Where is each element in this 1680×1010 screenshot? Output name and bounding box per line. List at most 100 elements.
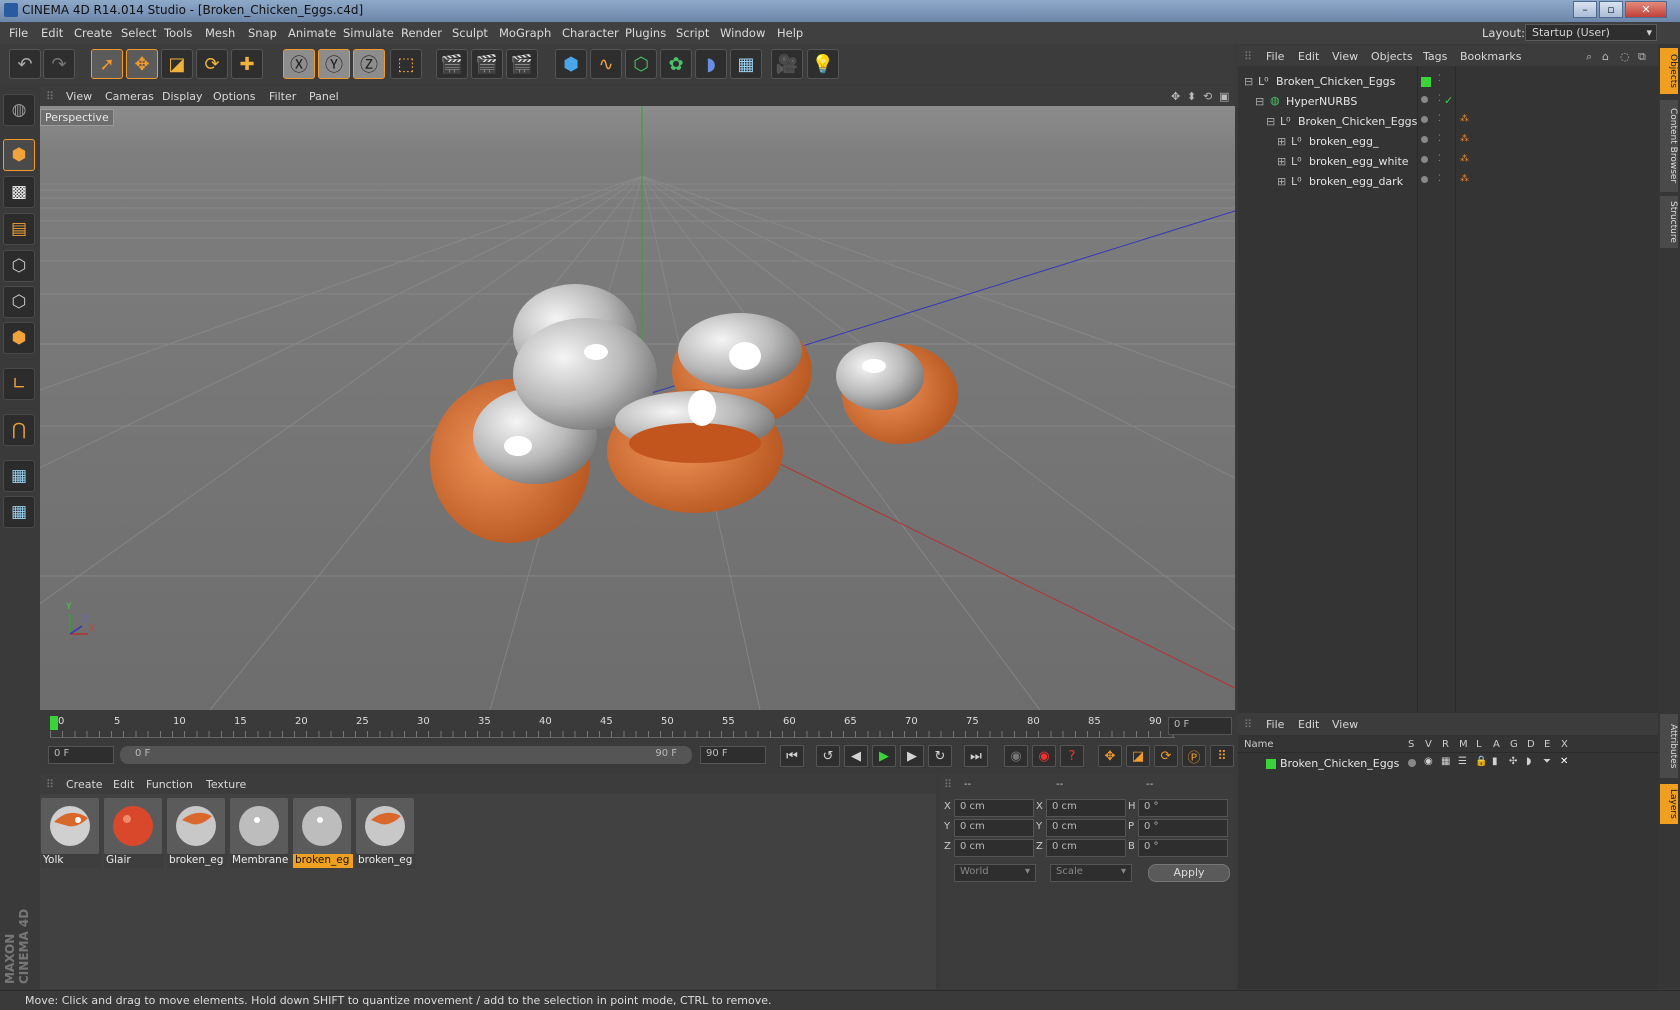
object-row[interactable]: ⊞ L⁰ broken_egg_ ⁚ ⁂ [1238, 132, 1658, 152]
position-z-field[interactable]: 0 cm [954, 839, 1034, 857]
column-view[interactable]: V [1425, 739, 1432, 750]
collapse-icon[interactable]: ⊟ [1266, 115, 1275, 128]
column-deformers[interactable]: D [1527, 739, 1535, 750]
menu-script[interactable]: Script [676, 26, 709, 40]
texture-mode-button[interactable]: ▩ [3, 176, 35, 208]
menu-animate[interactable]: Animate [288, 26, 336, 40]
material-swatch[interactable]: Membrane [230, 798, 290, 870]
object-row[interactable]: ⊞ L⁰ broken_egg_dark ⁚ ⁂ [1238, 172, 1658, 192]
maximize-button[interactable]: ▫ [1599, 1, 1623, 18]
rotation-p-field[interactable]: 0 ° [1138, 819, 1228, 837]
menu-sculpt[interactable]: Sculpt [452, 26, 488, 40]
material-swatch[interactable]: Glair [104, 798, 164, 870]
edges-mode-button[interactable]: ⬡ [3, 286, 35, 318]
xref-icon[interactable]: ✕ [1560, 756, 1568, 767]
visibility-dots-icon[interactable]: ⁚ [1438, 94, 1441, 104]
object-menu-view[interactable]: View [1332, 50, 1358, 63]
manager-icon[interactable]: ☰ [1458, 756, 1467, 767]
axis-mode-button[interactable]: ∟ [3, 368, 35, 400]
material-swatch[interactable]: broken_eg [167, 798, 227, 870]
visibility-dots-icon[interactable]: ⁚ [1438, 134, 1441, 144]
x-axis-lock[interactable]: Ⓧ [283, 49, 315, 79]
viewport-menu-options[interactable]: Options [213, 90, 255, 103]
layout-dropdown[interactable]: Startup (User) ▾ [1525, 24, 1657, 41]
menu-mograph[interactable]: MoGraph [499, 26, 551, 40]
generator-icon[interactable]: ✣ [1509, 756, 1517, 767]
object-menu-tags[interactable]: Tags [1423, 50, 1447, 63]
menu-character[interactable]: Character [562, 26, 619, 40]
redo-button[interactable]: ↷ [43, 49, 75, 79]
collapse-icon[interactable]: ⊟ [1244, 75, 1253, 88]
expand-icon[interactable]: ⊞ [1277, 175, 1286, 188]
layer-row[interactable]: Broken_Chicken_Eggs ◉ ▦ ☰ 🔒 ▮ ✣ ◗ ⏷ ✕ [1238, 755, 1658, 775]
viewport-menu-display[interactable]: Display [162, 90, 203, 103]
coordinate-system-button[interactable]: ⬚ [390, 49, 422, 79]
record-scale-button[interactable]: ◪ [1126, 745, 1150, 767]
viewport-move-icon[interactable]: ✥ [1171, 90, 1180, 103]
eye-icon[interactable]: ◉ [1424, 756, 1433, 767]
rotation-b-field[interactable]: 0 ° [1138, 839, 1228, 857]
add-nurbs-button[interactable]: ⬡ [625, 49, 657, 79]
viewport-menu-view[interactable]: View [66, 90, 92, 103]
record-rotation-button[interactable]: ⟳ [1154, 745, 1178, 767]
deformer-icon[interactable]: ◗ [1526, 756, 1531, 767]
y-axis-lock[interactable]: Ⓨ [318, 49, 350, 79]
timeline-track[interactable]: 0 5 10 15 20 25 30 35 40 45 50 55 60 65 … [50, 712, 1175, 738]
record-parameter-button[interactable]: Ⓟ [1182, 745, 1206, 767]
collapse-icon[interactable]: ⊟ [1255, 95, 1264, 108]
tab-content-browser[interactable]: Content Browser [1660, 100, 1678, 192]
scale-tool[interactable]: ◪ [161, 49, 193, 79]
viewport-maximize-icon[interactable]: ▣ [1219, 90, 1229, 103]
expand-icon[interactable]: ⊞ [1277, 135, 1286, 148]
column-animation[interactable]: A [1493, 739, 1500, 750]
apply-button[interactable]: Apply [1148, 864, 1230, 882]
size-mode-dropdown[interactable]: Scale ▾ [1050, 864, 1132, 882]
z-axis-lock[interactable]: Ⓩ [353, 49, 385, 79]
menu-help[interactable]: Help [777, 26, 803, 40]
object-row[interactable]: ⊟ L⁰ Broken_Chicken_Eggs ⁚ [1238, 72, 1658, 92]
editor-visibility-dot[interactable] [1421, 136, 1428, 143]
polygons-mode-button[interactable]: ⬢ [3, 322, 35, 354]
next-key-button[interactable]: ↻ [928, 745, 952, 767]
keyframe-selection-button[interactable]: ? [1060, 745, 1084, 767]
add-camera-button[interactable]: 🎥 [771, 49, 803, 79]
coordinate-space-dropdown[interactable]: World ▾ [954, 864, 1036, 882]
animation-icon[interactable]: ▮ [1492, 756, 1498, 767]
timeline-ruler[interactable]: 0 5 10 15 20 25 30 35 40 45 50 55 60 65 … [40, 710, 1235, 740]
add-light-button[interactable]: 💡 [807, 49, 839, 79]
tab-layers[interactable]: Layers [1660, 784, 1678, 824]
material-menu-function[interactable]: Function [146, 778, 193, 791]
menu-select[interactable]: Select [121, 26, 156, 40]
new-window-icon[interactable]: ⧉ [1638, 50, 1646, 64]
editor-visibility-dot[interactable] [1421, 116, 1428, 123]
object-menu-edit[interactable]: Edit [1298, 50, 1319, 63]
checkmark-icon[interactable]: ✓ [1444, 94, 1453, 107]
render-view-button[interactable]: 🎬 [436, 49, 468, 79]
go-to-start-button[interactable]: ⏮ [780, 745, 804, 767]
previous-key-button[interactable]: ↺ [816, 745, 840, 767]
menu-edit[interactable]: Edit [41, 26, 63, 40]
column-manager[interactable]: M [1459, 739, 1468, 750]
column-solo[interactable]: S [1408, 739, 1414, 750]
move-tool[interactable]: ✥ [126, 49, 158, 79]
material-menu-create[interactable]: Create [66, 778, 103, 791]
close-button[interactable]: ✕ [1625, 1, 1667, 18]
make-editable-button[interactable]: ◍ [3, 94, 35, 126]
editor-visibility-dot[interactable] [1421, 156, 1428, 163]
record-position-button[interactable]: ✥ [1098, 745, 1122, 767]
next-frame-button[interactable]: ▶ [900, 745, 924, 767]
material-tag-icon[interactable]: ⁂ [1460, 154, 1469, 164]
rotation-h-field[interactable]: 0 ° [1138, 799, 1228, 817]
add-spline-button[interactable]: ∿ [590, 49, 622, 79]
viewport-menu-filter[interactable]: Filter [269, 90, 296, 103]
menu-plugins[interactable]: Plugins [625, 26, 666, 40]
column-name[interactable]: Name [1244, 739, 1274, 750]
lock-icon[interactable]: ◌ [1620, 50, 1630, 63]
material-swatch[interactable]: Yolk [41, 798, 101, 870]
home-icon[interactable]: ⌂ [1602, 50, 1609, 63]
tab-attributes[interactable]: Attributes [1660, 714, 1678, 778]
menu-tools[interactable]: Tools [164, 26, 192, 40]
add-cube-button[interactable]: ⬢ [555, 49, 587, 79]
recent-tool[interactable]: ✚ [231, 49, 263, 79]
editor-visibility-dot[interactable] [1421, 96, 1428, 103]
